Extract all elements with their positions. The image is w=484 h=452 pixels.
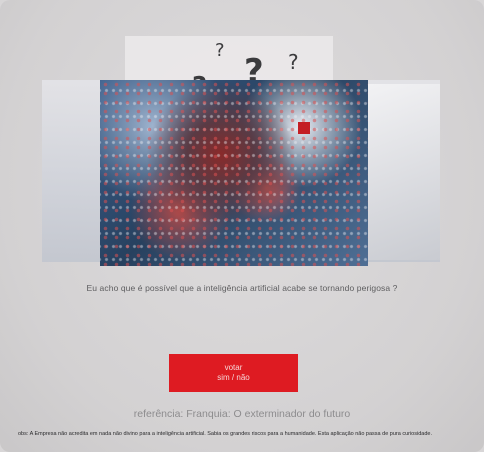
reference-caption: referência: Franquia: O exterminador do …: [133, 408, 351, 420]
red-highlight: [298, 122, 310, 134]
hero-image: [100, 80, 368, 266]
question-mark-icon: ?: [215, 40, 225, 61]
vote-button[interactable]: votar sim / não: [169, 354, 298, 392]
image-texture: [100, 80, 368, 266]
question-mark-icon: ?: [288, 50, 299, 74]
vote-button-sublabel: sim / não: [217, 373, 250, 382]
disclaimer-note: obs: A Empresa não acredita em nada não …: [18, 431, 432, 437]
robot-hand-image: [368, 84, 440, 260]
vote-button-label: votar: [224, 363, 243, 372]
poll-question: Eu acho que é possível que a inteligênci…: [86, 283, 398, 293]
